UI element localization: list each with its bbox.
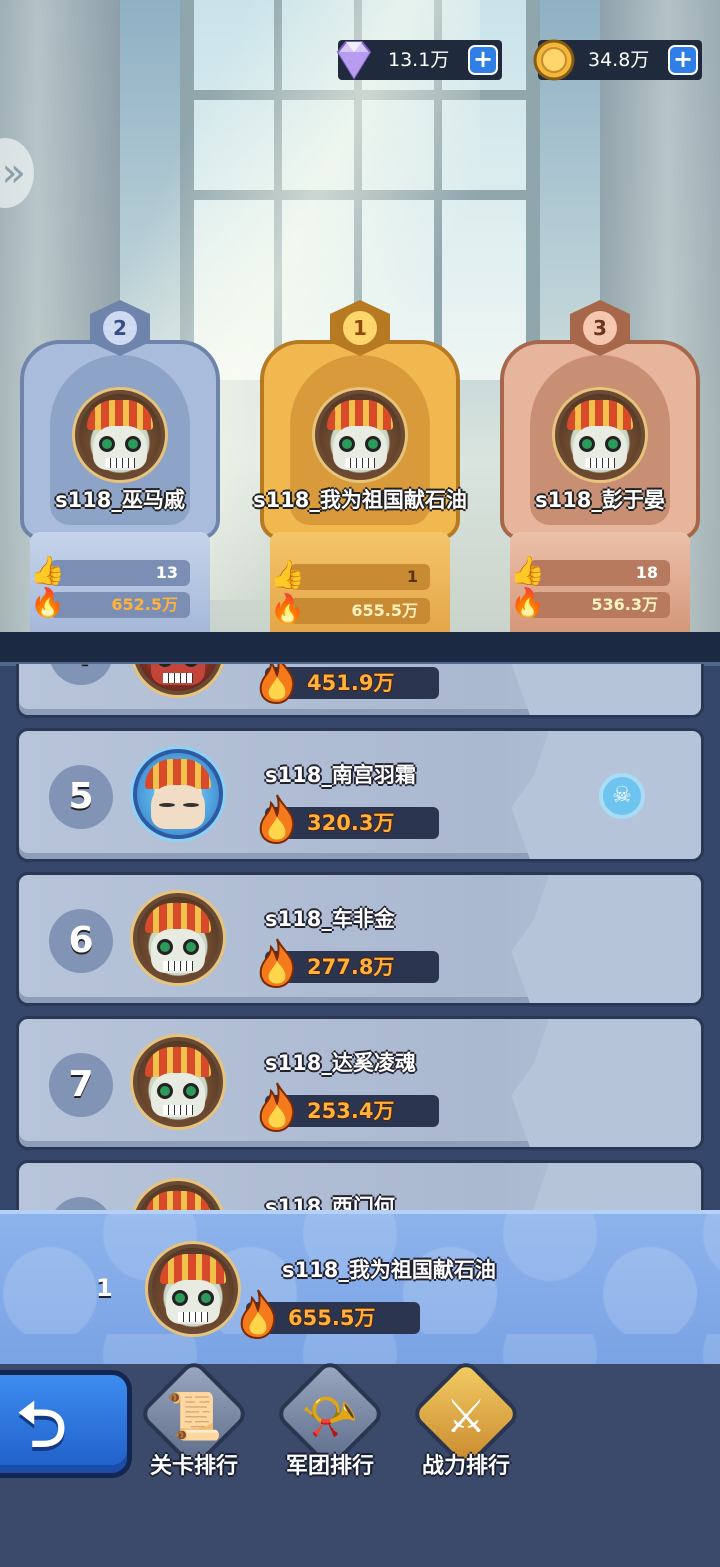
power-bar: 253.4万 [259,1082,439,1133]
add-gems-button[interactable]: + [468,45,498,75]
my-rank-number: 1 [96,1274,113,1302]
player-name: s118_西门何 [265,1195,395,1210]
gem-amount: 13.1万 [388,49,450,71]
likes-row: 👍 18 [510,554,670,587]
avatar[interactable] [133,749,223,839]
list-item[interactable]: 6 s118_车非金 277.8万 [16,872,704,1006]
flame-icon [240,1289,276,1340]
coin-icon [533,39,575,81]
podium-third[interactable]: 3 s118_彭于晏 👍 18 🔥 536.3万 [500,300,700,652]
flame-icon [259,938,295,989]
likes-row: 👍 1 [270,558,430,591]
diamond-icon [336,41,372,80]
flame-icon [259,1082,295,1133]
flame-icon [259,794,295,845]
player-name: s118_达奚凌魂 [265,1051,416,1075]
list-item[interactable]: 7 s118_达奚凌魂 253.4万 [16,1016,704,1150]
avatar[interactable] [315,390,405,480]
tab-stage-ranking[interactable]: 📜 关卡排行 [132,1357,252,1484]
flame-icon: 🔥 [510,586,545,619]
power-bar: 451.9万 [259,664,439,705]
add-coins-button[interactable]: + [668,45,698,75]
power-row: 🔥 536.3万 [510,586,670,619]
power-bar: 320.3万 [259,794,439,845]
tab-label: 军团排行 [285,1454,374,1479]
rank-number: 7 [49,1053,113,1117]
crossed-swords-icon: ⚔ [445,1389,487,1443]
tab-label: 关卡排行 [149,1454,238,1479]
flame-icon: 🔥 [270,592,305,625]
list-item[interactable]: 4 451.9万 [16,664,704,718]
player-name: s118_南宫羽霜 [265,763,416,787]
podium-first[interactable]: 1 s118_我为祖国献石油 👍 1 🔥 655.5万 [253,300,467,652]
list-item[interactable]: 5 s118_南宫羽霜 320.3万 ☠ [16,728,704,862]
avatar[interactable] [133,893,223,983]
likes-row: 👍 13 [30,554,190,587]
tab-label: 战力排行 [421,1454,510,1479]
power-row: 🔥 652.5万 [30,586,190,619]
my-rank-panel[interactable]: 1 s118_我为祖国献石油 655.5万 [0,1210,720,1364]
avatar[interactable] [555,390,645,480]
rank-number: 4 [49,664,113,685]
ranking-list[interactable]: 4 451.9万 5 s118_南宫羽霜 320.3万 ☠ 6 s118_车非金 [0,664,720,1210]
avatar[interactable] [133,1181,223,1210]
player-name: s118_彭于晏 [535,488,665,512]
list-item[interactable]: 8 s118_西门何 [16,1160,704,1210]
player-name: s118_我为祖国献石油 [253,488,467,512]
power-bar: 277.8万 [259,938,439,989]
horn-icon: 📯 [301,1389,359,1443]
bottom-bar: ⮌ 📜 关卡排行 📯 军团排行 ⚔ 战力排行 [0,1357,720,1567]
my-player-name: s118_我为祖国献石油 [282,1258,496,1282]
skull-badge-icon[interactable]: ☠ [599,773,645,819]
return-arrow-icon: ⮌ [17,1388,67,1461]
avatar[interactable] [133,664,223,695]
back-button[interactable]: ⮌ [0,1370,132,1478]
ranking-list-edge [0,632,720,666]
player-name: s118_车非金 [265,907,395,931]
tab-power-ranking[interactable]: ⚔ 战力排行 [404,1357,524,1484]
rank-number: 6 [49,909,113,973]
player-name: s118_巫马戚 [55,488,185,512]
scroll-icon: 📜 [165,1389,223,1443]
flame-icon: 🔥 [30,586,65,619]
avatar[interactable] [75,390,165,480]
avatar[interactable] [133,1037,223,1127]
coin-counter: 34.8万 + [533,39,702,81]
power-row: 🔥 655.5万 [270,592,430,625]
coin-amount: 34.8万 [588,49,650,71]
my-avatar[interactable] [148,1244,238,1334]
rank-number: 5 [49,765,113,829]
rank-number: 8 [49,1197,113,1210]
podium-second[interactable]: 2 s118_巫马戚 👍 13 🔥 652.5万 [20,300,220,652]
flame-icon [259,664,295,705]
gem-counter: 13.1万 + [336,40,502,80]
my-power-bar: 655.5万 [240,1289,420,1340]
thumbs-up-icon[interactable]: 👍 [270,556,308,594]
tab-legion-ranking[interactable]: 📯 军团排行 [268,1357,388,1484]
